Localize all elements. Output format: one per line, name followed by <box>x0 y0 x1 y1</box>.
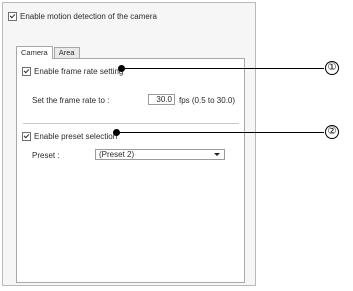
callout-2-line <box>119 132 324 133</box>
preset-row[interactable]: Enable preset selection <box>22 132 117 141</box>
checkmark-icon <box>23 132 30 139</box>
motion-detection-checkbox[interactable] <box>8 12 17 21</box>
callout-2-number: ② <box>325 125 339 139</box>
preset-field-label: Preset : <box>32 151 60 160</box>
preset-checkbox[interactable] <box>22 132 31 141</box>
frame-rate-checkbox[interactable] <box>22 67 31 76</box>
callout-1-line <box>124 68 324 69</box>
settings-panel: Enable motion detection of the camera Ca… <box>2 2 256 286</box>
motion-detection-label: Enable motion detection of the camera <box>20 12 157 21</box>
tab-area[interactable]: Area <box>53 47 80 58</box>
checkmark-icon <box>23 67 30 74</box>
preset-select-value: (Preset 2) <box>99 150 135 159</box>
tab-camera[interactable]: Camera <box>16 46 53 59</box>
callout-1-number: ① <box>325 61 339 75</box>
frame-rate-input[interactable]: 30.0 <box>148 94 175 105</box>
motion-detection-row[interactable]: Enable motion detection of the camera <box>8 12 157 21</box>
preset-label: Enable preset selection <box>34 132 118 141</box>
tab-bar: Camera Area <box>16 46 81 59</box>
camera-tab-panel: Enable frame rate setting Set the frame … <box>16 58 245 283</box>
checkmark-icon <box>9 12 16 19</box>
chevron-down-icon[interactable] <box>214 153 220 156</box>
frame-rate-row[interactable]: Enable frame rate setting <box>22 67 123 76</box>
frame-rate-setting-label: Set the frame rate to : <box>32 96 110 105</box>
separator <box>23 123 239 124</box>
frame-rate-unit: fps (0.5 to 30.0) <box>179 96 236 105</box>
frame-rate-label: Enable frame rate setting <box>34 67 124 76</box>
preset-select[interactable]: (Preset 2) <box>95 149 225 160</box>
